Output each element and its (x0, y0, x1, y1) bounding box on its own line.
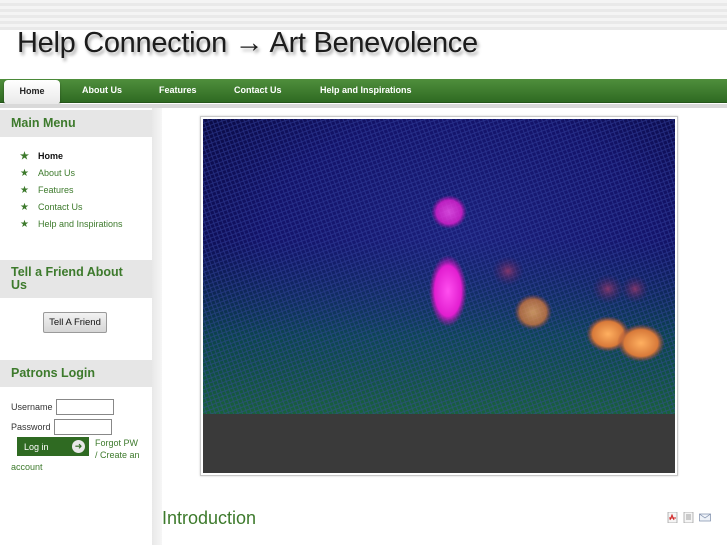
username-label: Username (11, 402, 53, 412)
nav-item-help-inspirations[interactable]: Help and Inspirations (320, 79, 412, 103)
menu-item-contact-us[interactable]: ★ Contact Us (20, 202, 150, 214)
password-label: Password (11, 422, 51, 432)
tell-a-friend-button[interactable]: Tell A Friend (43, 312, 107, 333)
site-title[interactable]: Help Connection → Art Benevolence (17, 27, 478, 60)
forgot-password-link[interactable]: Forgot PW (95, 438, 138, 448)
content-divider (152, 108, 162, 545)
patrons-login-title: Patrons Login (0, 360, 152, 387)
login-button-label: Log in (24, 441, 49, 452)
username-input[interactable] (56, 399, 114, 415)
main-menu-title: Main Menu (0, 110, 152, 137)
star-icon: ★ (20, 168, 29, 179)
print-icon[interactable] (683, 512, 695, 523)
menu-item-home[interactable]: ★ Home (20, 151, 150, 163)
arrow-icon: ➜ (72, 440, 85, 453)
password-input[interactable] (54, 419, 112, 435)
introduction-heading: Introduction (162, 508, 257, 528)
create-account-link[interactable]: / Create an (95, 450, 140, 460)
banner-caption-bar (203, 414, 675, 473)
menu-item-features[interactable]: ★ Features (20, 185, 150, 197)
star-icon: ★ (20, 219, 29, 230)
nav-item-features[interactable]: Features (159, 79, 197, 103)
star-icon: ★ (20, 151, 29, 162)
star-icon: ★ (20, 185, 29, 196)
star-icon: ★ (20, 202, 29, 213)
pdf-icon[interactable] (667, 512, 679, 523)
nav-item-home[interactable]: Home (4, 80, 60, 104)
email-icon[interactable] (699, 512, 711, 523)
nav-item-about-us[interactable]: About Us (82, 79, 122, 103)
create-account-link-cont[interactable]: account (11, 462, 43, 472)
login-button[interactable]: Log in ➜ (17, 437, 89, 456)
banner-image (203, 119, 675, 414)
nav-item-contact-us[interactable]: Contact Us (234, 79, 282, 103)
tell-friend-title: Tell a Friend About Us (0, 260, 152, 298)
banner-artwork (203, 119, 675, 414)
menu-item-help-inspirations[interactable]: ★ Help and Inspirations (20, 219, 150, 231)
main-nav: Home About Us Features Contact Us Help a… (0, 79, 727, 104)
menu-item-about-us[interactable]: ★ About Us (20, 168, 150, 180)
